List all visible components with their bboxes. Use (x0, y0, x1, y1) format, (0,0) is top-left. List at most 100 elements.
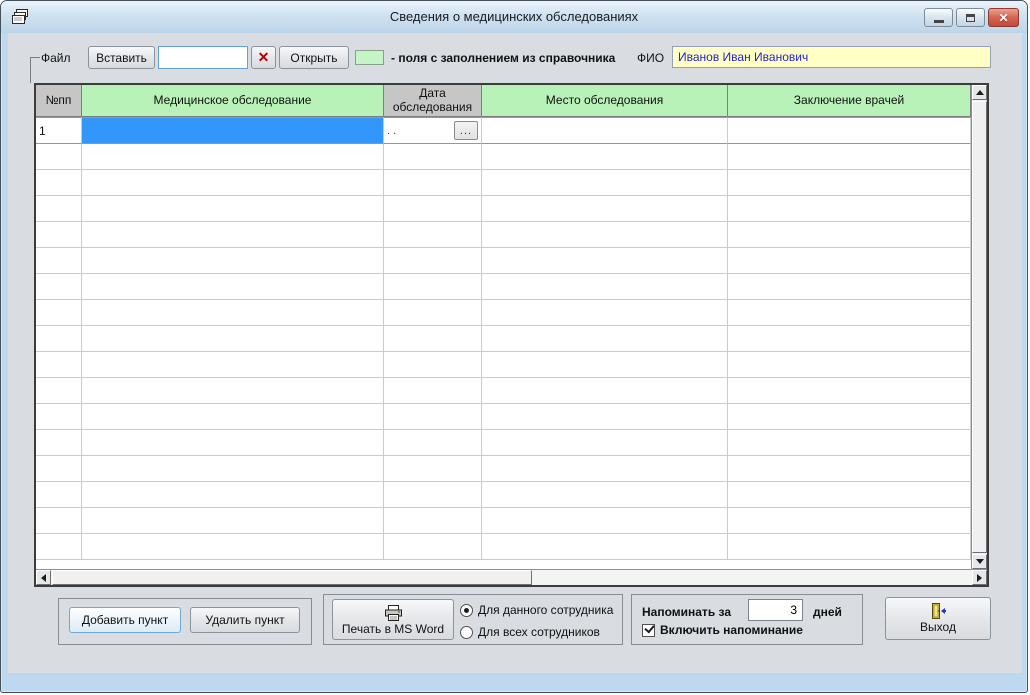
conclusion-cell[interactable] (728, 117, 971, 144)
table-cell[interactable] (728, 300, 971, 326)
table-cell[interactable] (36, 456, 82, 482)
table-row[interactable] (36, 352, 971, 378)
table-cell[interactable] (384, 534, 482, 560)
table-cell[interactable] (384, 378, 482, 404)
table-cell[interactable] (82, 326, 384, 352)
fio-input[interactable] (672, 46, 991, 68)
table-cell[interactable] (36, 222, 82, 248)
table-cell[interactable] (384, 170, 482, 196)
exam-cell[interactable] (82, 117, 384, 144)
table-cell[interactable] (384, 196, 482, 222)
table-cell[interactable] (482, 144, 728, 170)
horizontal-scroll-thumb[interactable] (52, 570, 532, 585)
radio-current-employee[interactable]: Для данного сотрудника (460, 603, 613, 617)
table-cell[interactable] (728, 378, 971, 404)
table-cell[interactable] (728, 170, 971, 196)
scroll-down-button[interactable] (972, 554, 987, 569)
table-cell[interactable] (482, 196, 728, 222)
restore-button[interactable] (956, 8, 985, 27)
table-cell[interactable] (384, 508, 482, 534)
table-cell[interactable] (384, 404, 482, 430)
table-row[interactable] (36, 222, 971, 248)
table-cell[interactable] (728, 196, 971, 222)
table-cell[interactable] (82, 144, 384, 170)
table-cell[interactable] (728, 352, 971, 378)
open-button[interactable]: Открыть (279, 46, 349, 69)
table-cell[interactable] (82, 222, 384, 248)
table-cell[interactable] (728, 144, 971, 170)
table-cell[interactable] (384, 222, 482, 248)
table-cell[interactable] (82, 196, 384, 222)
table-cell[interactable] (36, 326, 82, 352)
table-cell[interactable] (384, 430, 482, 456)
table-cell[interactable] (728, 456, 971, 482)
table-cell[interactable] (482, 170, 728, 196)
table-row[interactable] (36, 534, 971, 560)
column-header-date[interactable]: Дата обследования (384, 85, 482, 117)
column-header-conclusion[interactable]: Заключение врачей (728, 85, 971, 117)
paste-button[interactable]: Вставить (88, 46, 155, 69)
table-cell[interactable] (482, 248, 728, 274)
table-cell[interactable] (728, 326, 971, 352)
table-cell[interactable] (82, 352, 384, 378)
table-cell[interactable] (482, 222, 728, 248)
table-cell[interactable] (36, 430, 82, 456)
table-cell[interactable] (482, 404, 728, 430)
table-cell[interactable] (384, 456, 482, 482)
exit-button[interactable]: Выход (885, 597, 991, 640)
table-row[interactable]: 1 . . ... (36, 117, 971, 144)
table-cell[interactable] (482, 378, 728, 404)
table-cell[interactable] (82, 170, 384, 196)
table-cell[interactable] (36, 170, 82, 196)
table-cell[interactable] (36, 378, 82, 404)
table-cell[interactable] (728, 430, 971, 456)
column-header-exam[interactable]: Медицинское обследование (82, 85, 384, 117)
table-cell[interactable] (82, 456, 384, 482)
table-cell[interactable] (482, 274, 728, 300)
table-cell[interactable] (82, 378, 384, 404)
table-row[interactable] (36, 378, 971, 404)
table-cell[interactable] (36, 404, 82, 430)
vertical-scroll-thumb[interactable] (972, 101, 987, 553)
table-cell[interactable] (384, 482, 482, 508)
column-header-num[interactable]: №пп (36, 85, 82, 117)
close-button[interactable]: ✕ (988, 8, 1019, 27)
scroll-up-button[interactable] (972, 85, 987, 100)
add-item-button[interactable]: Добавить пункт (69, 607, 181, 633)
table-cell[interactable] (482, 430, 728, 456)
table-cell[interactable] (384, 274, 482, 300)
table-cell[interactable] (482, 326, 728, 352)
delete-item-button[interactable]: Удалить пункт (190, 607, 300, 633)
table-cell[interactable] (482, 352, 728, 378)
table-row[interactable] (36, 144, 971, 170)
table-cell[interactable] (728, 274, 971, 300)
table-cell[interactable] (82, 300, 384, 326)
table-cell[interactable] (82, 534, 384, 560)
place-cell[interactable] (482, 117, 728, 144)
scroll-left-button[interactable] (36, 570, 51, 585)
table-cell[interactable] (728, 482, 971, 508)
table-cell[interactable] (36, 508, 82, 534)
vertical-scrollbar[interactable] (971, 85, 987, 569)
table-row[interactable] (36, 300, 971, 326)
table-cell[interactable] (384, 352, 482, 378)
table-cell[interactable] (482, 534, 728, 560)
print-word-button[interactable]: Печать в MS Word (332, 599, 454, 640)
table-cell[interactable] (36, 144, 82, 170)
table-row[interactable] (36, 170, 971, 196)
clear-file-button[interactable]: ✕ (251, 46, 276, 69)
table-row[interactable] (36, 274, 971, 300)
table-row[interactable] (36, 326, 971, 352)
remind-days-input[interactable] (748, 599, 803, 621)
table-row[interactable] (36, 248, 971, 274)
table-cell[interactable] (36, 274, 82, 300)
table-row[interactable] (36, 404, 971, 430)
row-number-cell[interactable]: 1 (36, 117, 82, 144)
table-cell[interactable] (482, 456, 728, 482)
table-row[interactable] (36, 456, 971, 482)
date-cell[interactable]: . . ... (384, 117, 482, 144)
table-cell[interactable] (384, 300, 482, 326)
table-row[interactable] (36, 482, 971, 508)
table-cell[interactable] (728, 534, 971, 560)
reminder-checkbox-row[interactable]: Включить напоминание (642, 623, 803, 637)
